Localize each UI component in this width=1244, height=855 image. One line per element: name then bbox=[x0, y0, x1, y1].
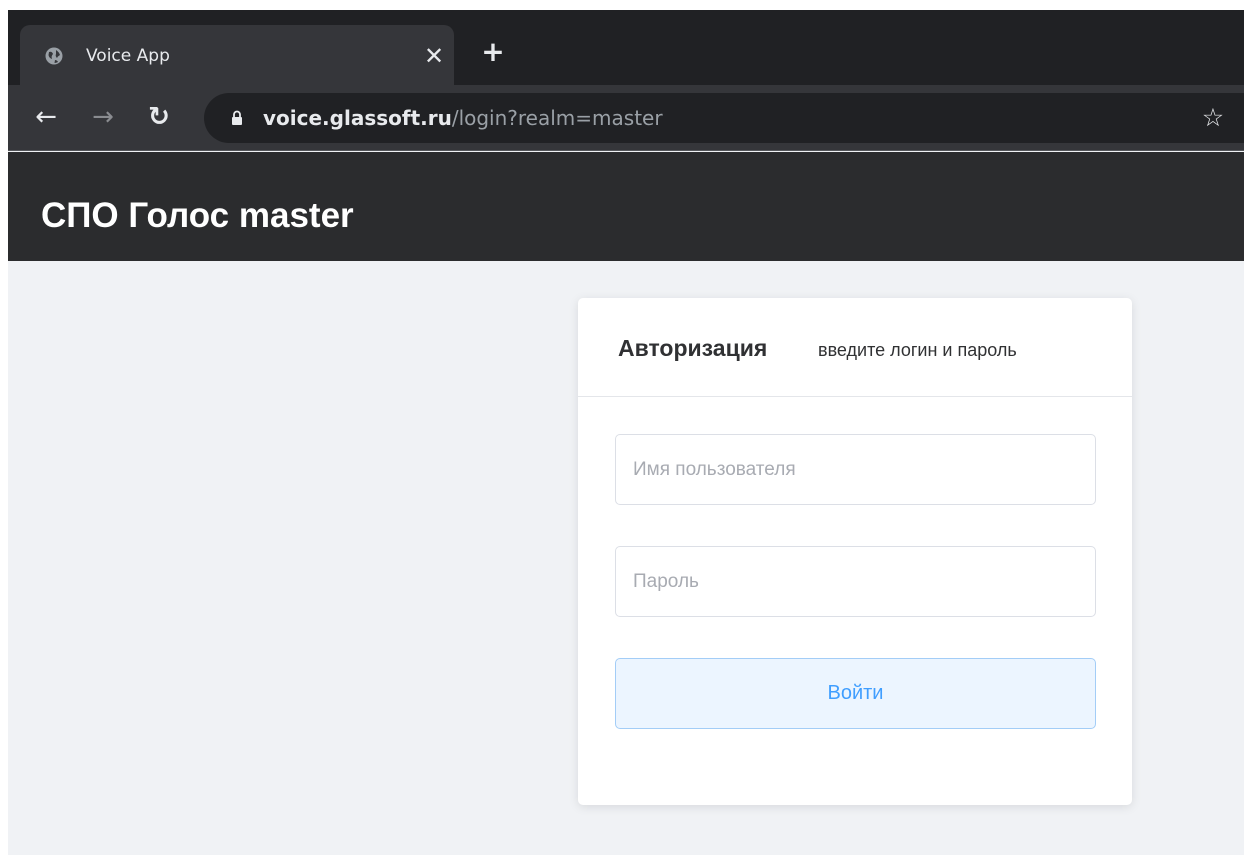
address-bar[interactable]: voice.glassoft.ru/login?realm=master ☆ bbox=[204, 93, 1244, 143]
login-button[interactable]: Войти bbox=[615, 658, 1096, 729]
login-card-header: Авторизация введите логин и пароль bbox=[578, 298, 1132, 397]
url-host: voice.glassoft.ru bbox=[263, 106, 452, 130]
tab-strip: Voice App ✕ + bbox=[8, 10, 1244, 85]
url-path: /login?realm=master bbox=[451, 106, 663, 130]
password-input[interactable] bbox=[616, 547, 1095, 616]
login-subtitle: введите логин и пароль bbox=[818, 340, 1017, 360]
back-arrow-icon[interactable]: ← bbox=[28, 99, 64, 135]
browser-window: Voice App ✕ + ← → ↻ voice.glassoft.ru/lo… bbox=[8, 10, 1244, 855]
tab-voice-app[interactable]: Voice App ✕ bbox=[20, 25, 454, 85]
username-field bbox=[615, 434, 1096, 505]
browser-toolbar: ← → ↻ voice.glassoft.ru/login?realm=mast… bbox=[8, 85, 1244, 151]
lock-icon bbox=[232, 110, 242, 125]
close-icon[interactable]: ✕ bbox=[421, 43, 447, 69]
globe-icon bbox=[45, 47, 63, 65]
url-text: voice.glassoft.ru/login?realm=master bbox=[263, 106, 663, 130]
login-card: Авторизация введите логин и пароль Войти bbox=[578, 298, 1132, 805]
app-header: СПО Голос master bbox=[8, 152, 1244, 261]
login-title: Авторизация bbox=[618, 335, 768, 361]
forward-arrow-icon[interactable]: → bbox=[85, 99, 121, 135]
tab-title: Voice App bbox=[86, 46, 170, 66]
new-tab-button[interactable]: + bbox=[478, 37, 508, 67]
reload-icon[interactable]: ↻ bbox=[141, 99, 177, 135]
app-title: СПО Голос master bbox=[41, 196, 354, 235]
username-input[interactable] bbox=[616, 435, 1095, 504]
star-icon[interactable]: ☆ bbox=[1198, 103, 1228, 133]
password-field bbox=[615, 546, 1096, 617]
